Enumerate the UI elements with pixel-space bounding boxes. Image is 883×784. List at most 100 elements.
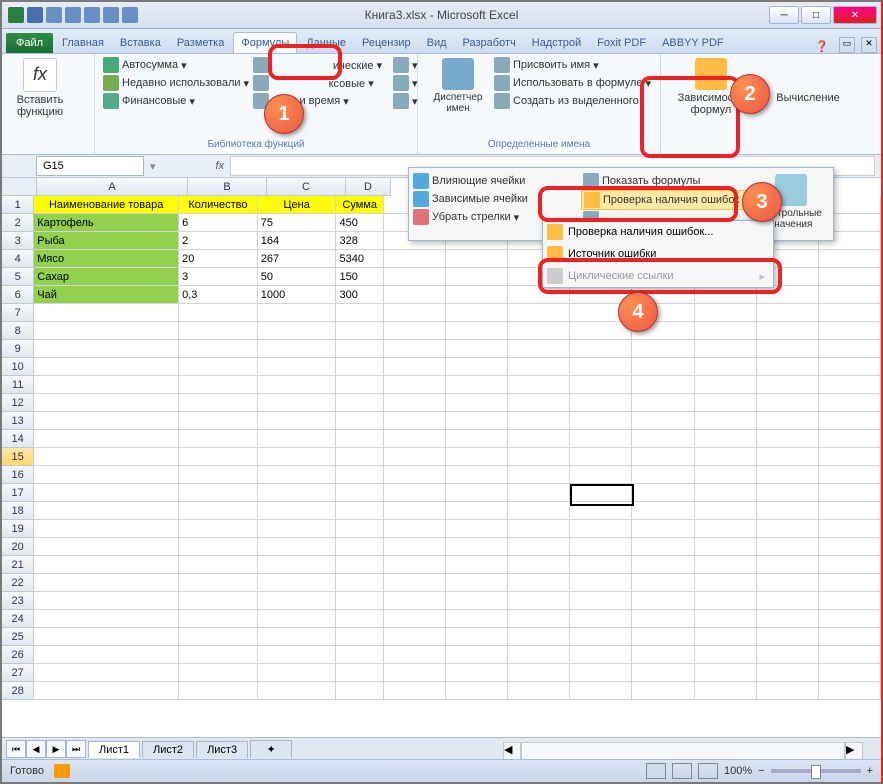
cell[interactable]: [179, 484, 258, 502]
cell[interactable]: [258, 556, 337, 574]
cell[interactable]: [695, 322, 757, 340]
cell[interactable]: [570, 430, 632, 448]
cell[interactable]: [384, 538, 446, 556]
cell[interactable]: [819, 538, 881, 556]
cell[interactable]: [819, 358, 881, 376]
cell[interactable]: [446, 520, 508, 538]
create-from-sel-button[interactable]: Создать из выделенного: [492, 92, 653, 110]
cell[interactable]: [819, 484, 881, 502]
cell[interactable]: [336, 376, 383, 394]
cell[interactable]: [570, 358, 632, 376]
cell[interactable]: [258, 412, 337, 430]
cell[interactable]: [384, 376, 446, 394]
cell[interactable]: 6: [179, 214, 258, 232]
qat-icon[interactable]: [84, 7, 100, 23]
cell[interactable]: [757, 466, 819, 484]
cell[interactable]: [819, 412, 881, 430]
cell[interactable]: [179, 664, 258, 682]
cell[interactable]: [819, 592, 881, 610]
cell[interactable]: [336, 628, 383, 646]
cell[interactable]: [384, 646, 446, 664]
cell[interactable]: [446, 412, 508, 430]
cell[interactable]: [695, 682, 757, 700]
tab-file[interactable]: Файл: [6, 33, 53, 53]
cell[interactable]: [258, 646, 337, 664]
cell[interactable]: 300: [336, 286, 383, 304]
cell[interactable]: [34, 322, 179, 340]
cell[interactable]: [508, 394, 570, 412]
cell[interactable]: [570, 646, 632, 664]
undo-icon[interactable]: [46, 7, 62, 23]
cell[interactable]: [336, 520, 383, 538]
cell[interactable]: [570, 538, 632, 556]
cell[interactable]: [508, 358, 570, 376]
row-header[interactable]: 7: [2, 304, 34, 322]
cell[interactable]: [258, 502, 337, 520]
cell[interactable]: [819, 520, 881, 538]
cell[interactable]: [819, 268, 881, 286]
cell[interactable]: [336, 394, 383, 412]
cell[interactable]: [179, 592, 258, 610]
cell[interactable]: [336, 322, 383, 340]
cell[interactable]: [632, 520, 694, 538]
cell[interactable]: [757, 610, 819, 628]
cell[interactable]: [384, 466, 446, 484]
cell[interactable]: 450: [336, 214, 383, 232]
cell[interactable]: [446, 304, 508, 322]
select-all-corner[interactable]: [2, 178, 37, 196]
cell[interactable]: [384, 664, 446, 682]
cell[interactable]: [336, 682, 383, 700]
excel-icon[interactable]: [8, 7, 24, 23]
cell[interactable]: [570, 394, 632, 412]
cell[interactable]: [570, 628, 632, 646]
cell[interactable]: [819, 628, 881, 646]
cell[interactable]: [632, 394, 694, 412]
cell[interactable]: [695, 646, 757, 664]
cell[interactable]: [632, 484, 694, 502]
row-header[interactable]: 8: [2, 322, 34, 340]
error-checking-item[interactable]: Проверка наличия ошибок...: [543, 221, 773, 243]
cell[interactable]: [508, 304, 570, 322]
cell[interactable]: [34, 430, 179, 448]
tab-layout[interactable]: Разметка: [170, 33, 232, 53]
cell[interactable]: [34, 502, 179, 520]
cell[interactable]: [384, 304, 446, 322]
cell[interactable]: [258, 610, 337, 628]
cell[interactable]: [258, 682, 337, 700]
cell[interactable]: [695, 538, 757, 556]
cell[interactable]: [384, 250, 446, 268]
cell[interactable]: [757, 286, 819, 304]
cell[interactable]: [757, 448, 819, 466]
row-header[interactable]: 15: [2, 448, 34, 466]
row-header[interactable]: 27: [2, 664, 34, 682]
cell[interactable]: Сахар: [34, 268, 179, 286]
cell[interactable]: 1000: [258, 286, 337, 304]
error-checking-button[interactable]: Проверка наличия ошибок ▾: [581, 190, 751, 210]
cell[interactable]: Наименование товара: [34, 196, 179, 214]
cell[interactable]: [258, 340, 337, 358]
financial-button[interactable]: Финансовые ▾: [101, 92, 251, 110]
cell[interactable]: [384, 448, 446, 466]
cell[interactable]: [508, 484, 570, 502]
calculation-button[interactable]: Вычисление: [769, 56, 847, 106]
cell[interactable]: [695, 412, 757, 430]
cell[interactable]: [179, 322, 258, 340]
cell[interactable]: [34, 646, 179, 664]
cell[interactable]: [34, 340, 179, 358]
qat-icon[interactable]: [122, 7, 138, 23]
cell[interactable]: [695, 574, 757, 592]
cell[interactable]: Количество: [179, 196, 258, 214]
cell[interactable]: [570, 484, 632, 502]
cell[interactable]: [757, 664, 819, 682]
row-header[interactable]: 1: [2, 196, 34, 214]
cell[interactable]: [446, 394, 508, 412]
cell[interactable]: Картофель: [34, 214, 179, 232]
cell[interactable]: [384, 682, 446, 700]
cell[interactable]: [446, 448, 508, 466]
cell[interactable]: [508, 628, 570, 646]
cell[interactable]: [632, 502, 694, 520]
cell[interactable]: [508, 592, 570, 610]
cell[interactable]: [179, 538, 258, 556]
cell[interactable]: [336, 556, 383, 574]
cell[interactable]: [384, 592, 446, 610]
